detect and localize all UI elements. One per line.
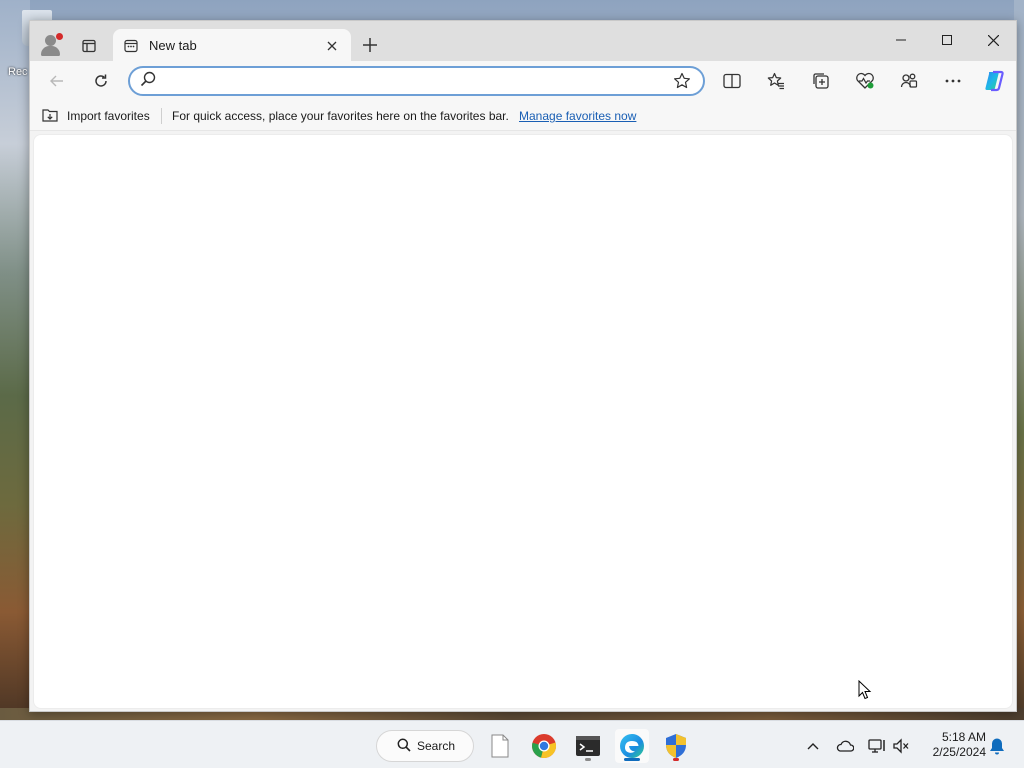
maximize-icon[interactable]	[925, 25, 969, 55]
new-tab-icon[interactable]	[358, 33, 382, 57]
favorite-star-icon[interactable]	[671, 70, 693, 92]
minimize-icon[interactable]	[879, 25, 923, 55]
tab-title: New tab	[149, 38, 197, 53]
import-favorites-button[interactable]: Import favorites	[41, 106, 150, 126]
address-bar[interactable]	[128, 66, 705, 96]
favorites-icon[interactable]	[760, 65, 792, 97]
tab-new-tab[interactable]: New tab	[113, 29, 351, 62]
notification-dot	[56, 33, 63, 40]
system-clock[interactable]: 5:18 AM 2/25/2024	[920, 730, 986, 760]
refresh-icon[interactable]	[85, 65, 117, 97]
close-tab-icon[interactable]	[323, 37, 341, 55]
terminal-icon[interactable]	[571, 729, 605, 763]
import-favorites-icon	[41, 107, 59, 126]
collections-icon[interactable]	[805, 65, 837, 97]
desktop-wallpaper-left	[0, 0, 30, 720]
alert-indicator	[673, 758, 679, 761]
navigation-toolbar	[30, 61, 1016, 101]
copilot-icon[interactable]	[978, 65, 1010, 97]
favorites-bar-message: For quick access, place your favorites h…	[172, 109, 509, 123]
favorites-bar: Import favorites For quick access, place…	[30, 101, 1016, 131]
title-bar: New tab	[30, 21, 1016, 62]
security-shield-icon[interactable]	[659, 729, 693, 763]
close-window-icon[interactable]	[971, 25, 1015, 55]
taskbar: Search 5:18 AM 2/25/2024	[0, 720, 1024, 768]
recycle-bin-label: Rec	[8, 66, 28, 78]
split-screen-icon[interactable]	[716, 65, 748, 97]
more-icon[interactable]	[937, 65, 969, 97]
address-input[interactable]	[164, 73, 671, 89]
search-icon	[397, 738, 411, 755]
notification-bell-icon[interactable]	[986, 735, 1008, 757]
import-favorites-label: Import favorites	[67, 109, 150, 123]
clock-time: 5:18 AM	[941, 730, 986, 744]
page-content	[33, 134, 1013, 709]
manage-favorites-link[interactable]: Manage favorites now	[519, 109, 636, 123]
back-icon[interactable]	[41, 65, 73, 97]
tab-favicon	[123, 38, 139, 54]
taskbar-search-label: Search	[417, 739, 456, 753]
clock-date: 2/25/2024	[932, 745, 986, 759]
running-indicator	[585, 758, 591, 761]
onedrive-cloud-icon[interactable]	[834, 735, 856, 757]
active-indicator	[624, 758, 640, 761]
file-icon[interactable]	[483, 729, 517, 763]
browser-essentials-icon[interactable]	[849, 65, 881, 97]
favorites-separator	[161, 108, 162, 124]
search-icon	[140, 71, 156, 92]
tab-actions-icon[interactable]	[74, 33, 104, 59]
chevron-up-icon[interactable]	[802, 735, 824, 757]
browser-window: New tab Import favorites For quick acces…	[29, 20, 1017, 712]
edge-icon[interactable]	[615, 729, 649, 763]
network-icon[interactable]	[866, 735, 888, 757]
workspaces-icon[interactable]	[893, 65, 925, 97]
profile-icon[interactable]	[38, 33, 63, 57]
chrome-icon[interactable]	[527, 729, 561, 763]
volume-muted-icon[interactable]	[890, 735, 912, 757]
taskbar-search-button[interactable]: Search	[376, 730, 474, 762]
mouse-cursor-icon	[858, 679, 872, 700]
